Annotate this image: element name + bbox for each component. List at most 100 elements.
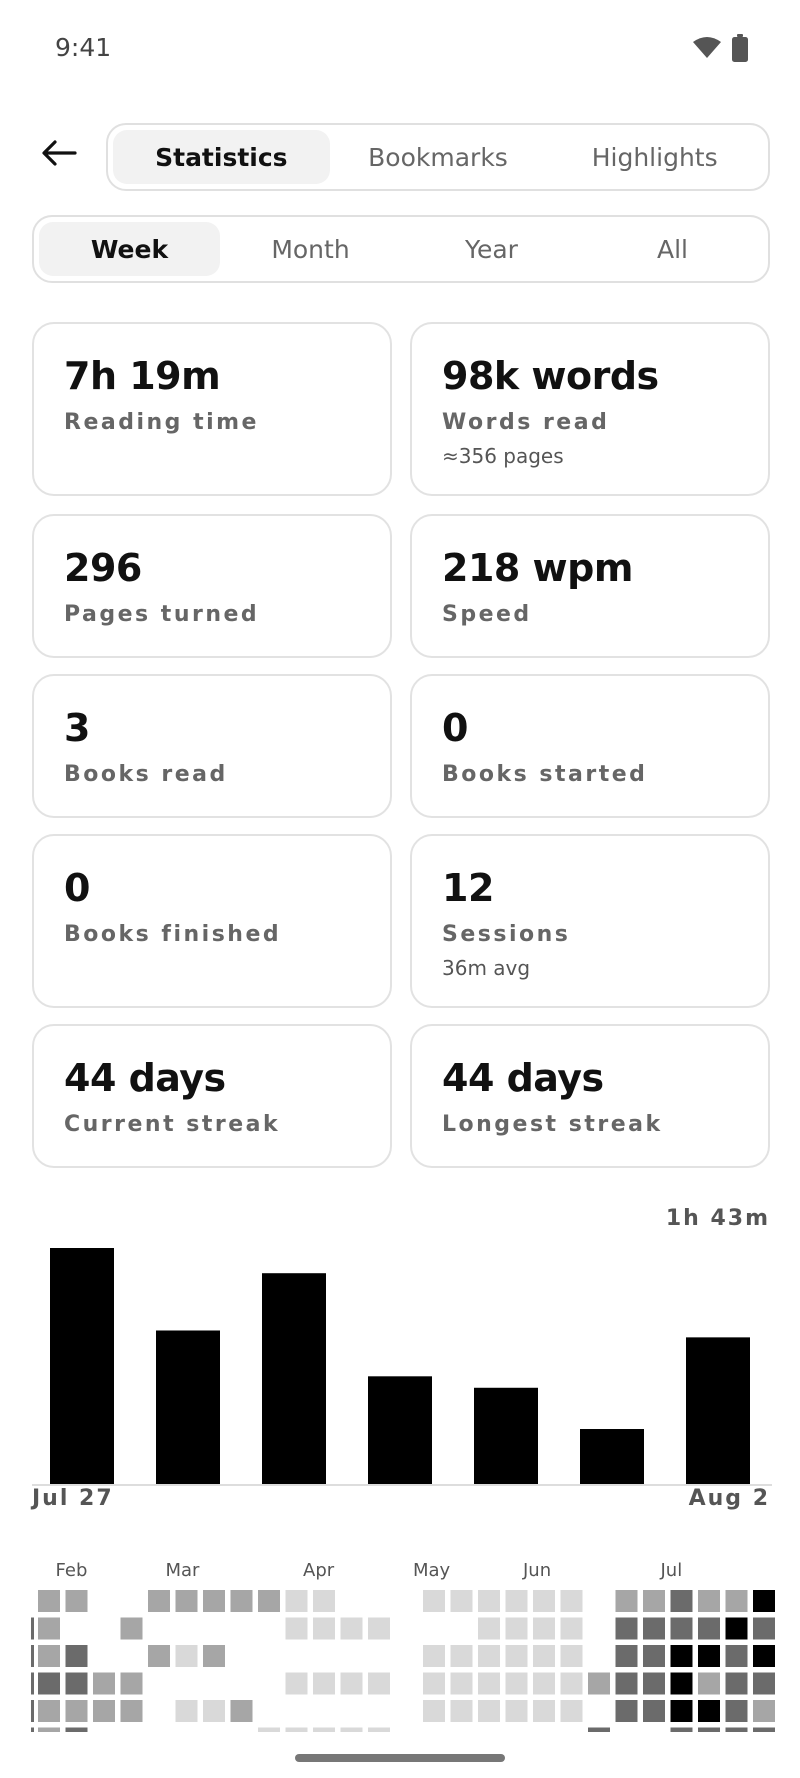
heatmap-month-label: May xyxy=(413,1560,451,1581)
heatmap-cell xyxy=(698,1645,720,1667)
heatmap-cell xyxy=(753,1617,775,1640)
status-time: 9:41 xyxy=(55,33,112,62)
stat-card-books-finished: 0 Books finished xyxy=(32,834,392,1008)
stat-label: Books finished xyxy=(64,922,282,947)
heatmap-cell xyxy=(643,1672,665,1695)
heatmap-cell xyxy=(533,1727,555,1732)
stat-label: Pages turned xyxy=(64,602,260,627)
heatmap-cell xyxy=(395,1727,418,1732)
heatmap-cell xyxy=(285,1645,308,1667)
heatmap-cell xyxy=(588,1590,610,1612)
period-year[interactable]: Year xyxy=(401,222,582,276)
heatmap-cell xyxy=(505,1727,528,1732)
heatmap-cell xyxy=(148,1645,170,1667)
heatmap-cell xyxy=(560,1645,583,1667)
tab-bookmarks[interactable]: Bookmarks xyxy=(330,130,547,184)
heatmap-cell xyxy=(148,1617,170,1640)
period-all[interactable]: All xyxy=(582,222,763,276)
heatmap-cell xyxy=(725,1617,748,1640)
heatmap-cell xyxy=(258,1645,280,1667)
period-week[interactable]: Week xyxy=(39,222,220,276)
heatmap-cell xyxy=(643,1590,665,1612)
heatmap-month-label: Mar xyxy=(165,1560,200,1581)
heatmap-cell xyxy=(313,1617,335,1640)
heatmap-cell xyxy=(120,1590,143,1612)
back-button[interactable] xyxy=(36,132,82,178)
tab-statistics[interactable]: Statistics xyxy=(113,130,330,184)
heatmap-cell xyxy=(615,1700,638,1722)
heatmap-cell xyxy=(478,1672,500,1695)
heatmap-cell xyxy=(230,1700,253,1722)
heatmap-cell xyxy=(285,1672,308,1695)
heatmap-cell xyxy=(313,1590,335,1612)
period-month[interactable]: Month xyxy=(220,222,401,276)
heatmap-cell xyxy=(395,1590,418,1612)
stat-label: Books read xyxy=(64,762,228,787)
heatmap-cell xyxy=(423,1590,445,1612)
heatmap-cell xyxy=(643,1700,665,1722)
stat-value: 296 xyxy=(64,546,142,590)
heatmap-cell xyxy=(505,1617,528,1640)
heatmap-cell xyxy=(560,1700,583,1722)
bar-chart xyxy=(32,1248,772,1486)
heatmap-cell xyxy=(670,1590,693,1612)
heatmap-cell xyxy=(175,1590,198,1612)
stat-value: 7h 19m xyxy=(64,354,221,398)
chart-end-label: Aug 2 xyxy=(688,1486,770,1511)
heatmap-cell xyxy=(38,1617,60,1640)
heatmap-cell xyxy=(120,1645,143,1667)
heatmap-cell xyxy=(698,1617,720,1640)
stat-card-longest-streak: 44 days Longest streak xyxy=(410,1024,770,1168)
heatmap-cell xyxy=(175,1672,198,1695)
heatmap-cell xyxy=(478,1617,500,1640)
stat-value: 44 days xyxy=(64,1056,226,1100)
heatmap-cell xyxy=(148,1590,170,1612)
heatmap-cell xyxy=(698,1590,720,1612)
heatmap-cell xyxy=(258,1727,280,1732)
heatmap-cell xyxy=(313,1727,335,1732)
heatmap-cell xyxy=(368,1645,390,1667)
heatmap-cell xyxy=(395,1645,418,1667)
stat-label: Sessions xyxy=(442,922,571,947)
heatmap-cell xyxy=(340,1617,363,1640)
chart-bar xyxy=(474,1387,538,1484)
heatmap-cell xyxy=(560,1727,583,1732)
chart-bar xyxy=(580,1429,644,1484)
heatmap-cell xyxy=(423,1727,445,1732)
heatmap-cell xyxy=(65,1727,88,1732)
heatmap-cell xyxy=(65,1645,88,1667)
heatmap-cell xyxy=(148,1727,170,1732)
stat-value: 44 days xyxy=(442,1056,604,1100)
heatmap-cell xyxy=(643,1645,665,1667)
heatmap-cell xyxy=(120,1617,143,1640)
stat-value: 218 wpm xyxy=(442,546,633,590)
heatmap-cell xyxy=(753,1672,775,1695)
heatmap-cell xyxy=(505,1672,528,1695)
heatmap-cell xyxy=(533,1672,555,1695)
heatmap-month-label: Jun xyxy=(523,1560,552,1581)
heatmap-cell xyxy=(423,1617,445,1640)
heatmap-cell xyxy=(93,1617,115,1640)
heatmap-cell xyxy=(38,1645,60,1667)
period-tabs: Week Month Year All xyxy=(32,215,770,283)
heatmap-cell xyxy=(423,1700,445,1722)
heatmap-cell xyxy=(450,1700,473,1722)
chart-bar xyxy=(50,1248,114,1484)
heatmap-cell xyxy=(230,1672,253,1695)
heatmap-cell xyxy=(340,1727,363,1732)
heatmap-cell xyxy=(615,1590,638,1612)
main-tabs: Statistics Bookmarks Highlights xyxy=(106,123,770,191)
status-bar: 9:41 xyxy=(0,0,800,96)
heatmap-cell xyxy=(588,1672,610,1695)
stat-card-books-read: 3 Books read xyxy=(32,674,392,818)
heatmap-cell xyxy=(505,1590,528,1612)
heatmap-cell xyxy=(725,1700,748,1722)
tab-highlights[interactable]: Highlights xyxy=(546,130,763,184)
heatmap-cell xyxy=(65,1700,88,1722)
stat-label: Reading time xyxy=(64,410,259,435)
heatmap-cell xyxy=(533,1700,555,1722)
heatmap-cell xyxy=(203,1727,225,1732)
heatmap-cell xyxy=(643,1727,665,1732)
heatmap-cell xyxy=(395,1672,418,1695)
heatmap-cell xyxy=(450,1590,473,1612)
